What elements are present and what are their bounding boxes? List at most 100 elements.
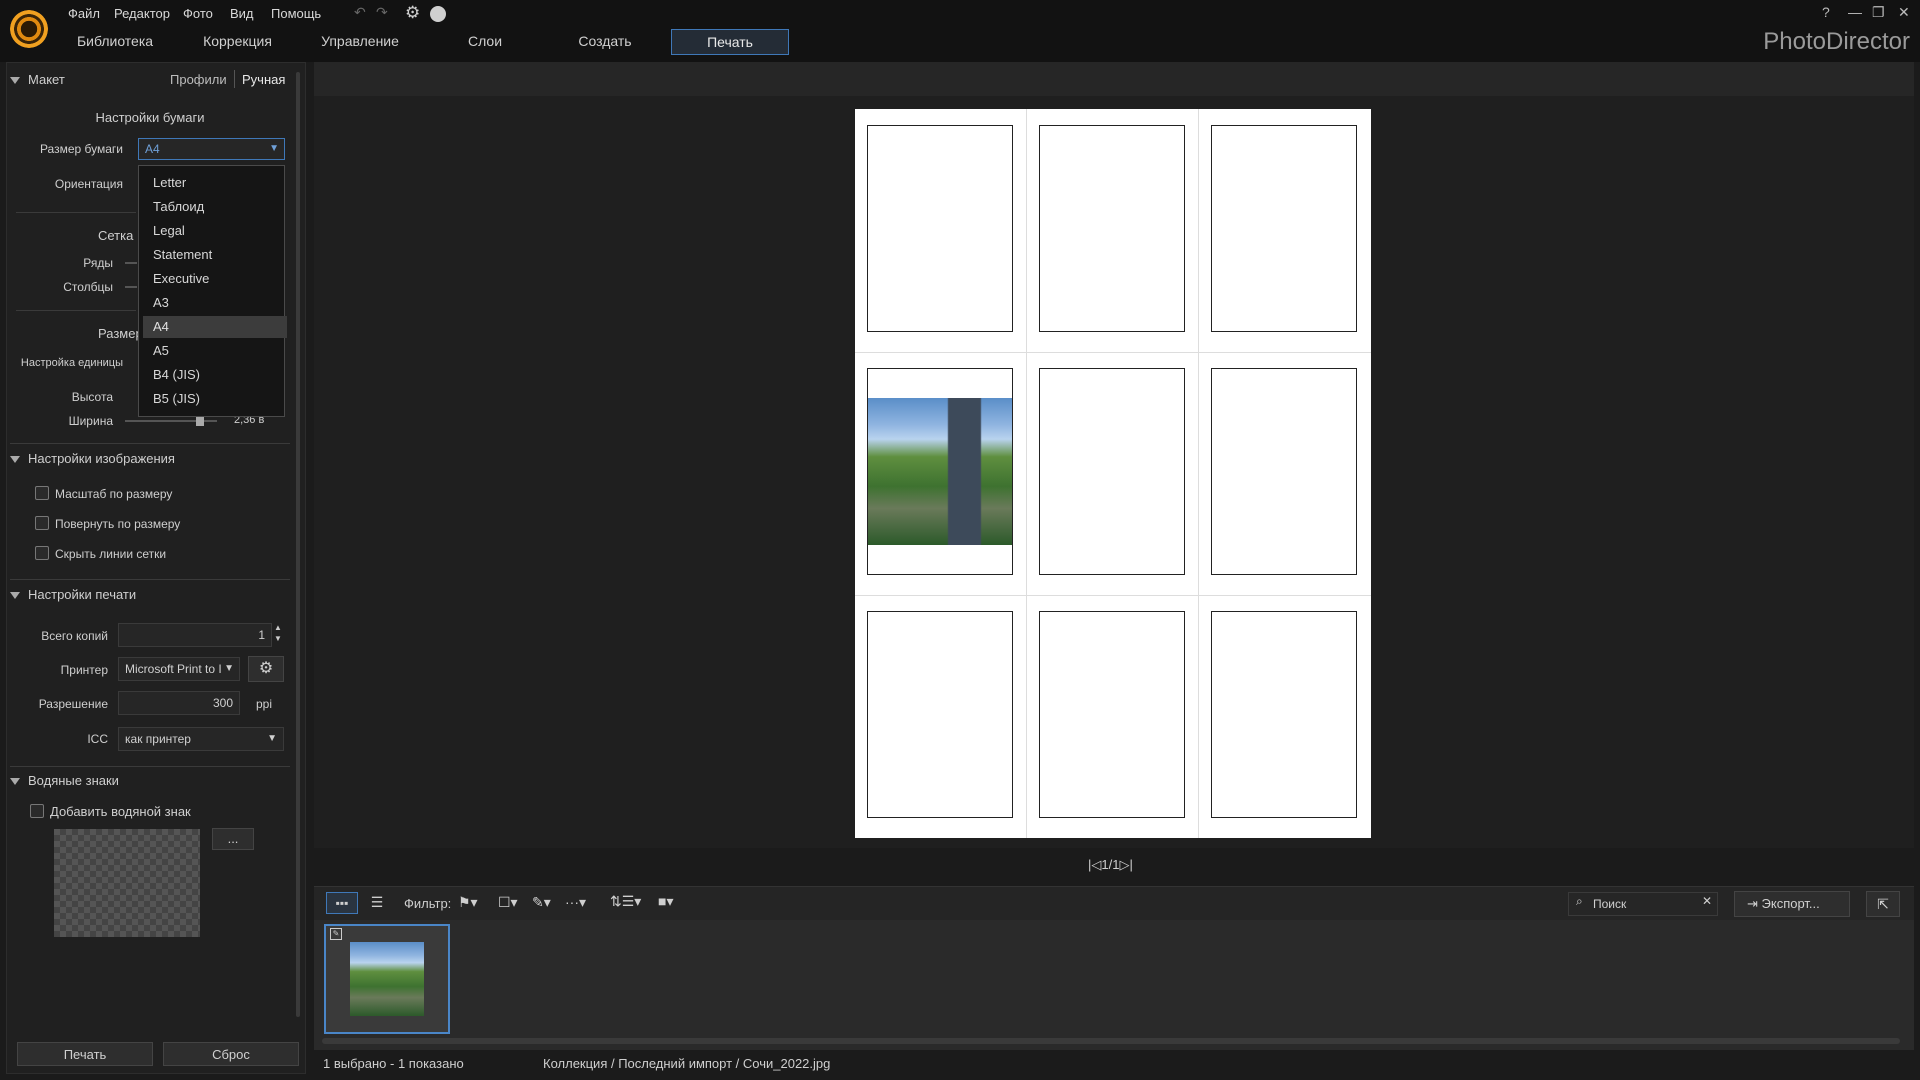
paper-settings-title: Настройки бумаги (95, 110, 205, 125)
print-cell[interactable] (867, 368, 1013, 575)
print-page (855, 109, 1371, 838)
clear-search-icon[interactable]: ✕ (1702, 894, 1712, 908)
printer-settings-gear-icon[interactable]: ⚙ (248, 656, 284, 682)
paper-size-label: Размер бумаги (39, 142, 123, 156)
fit-scale-checkbox[interactable] (35, 486, 49, 500)
dropdown-option[interactable]: B4 (JIS) (153, 364, 200, 386)
print-settings-header[interactable]: Настройки печати (10, 582, 290, 608)
edited-flag-icon: ✎ (330, 928, 342, 940)
tab-management[interactable]: Управление (315, 29, 405, 53)
grid-line (855, 352, 1371, 353)
copies-stepper[interactable]: ▲ ▼ (274, 622, 282, 644)
tab-layers[interactable]: Слои (455, 29, 515, 53)
page-navigator[interactable]: |◁1/1▷| (1088, 857, 1133, 873)
dropdown-option-selected[interactable]: A4 (143, 316, 287, 338)
divider (16, 212, 136, 213)
sort-icon[interactable]: ⇅☰▾ (610, 893, 641, 910)
paper-size-select[interactable]: A4 ▼ (138, 138, 285, 160)
dropdown-option[interactable]: A5 (153, 340, 169, 362)
thumbnail-view-icon[interactable]: ▪▪▪ (326, 892, 358, 914)
print-cell[interactable] (1211, 125, 1357, 332)
add-watermark-checkbox[interactable] (30, 804, 44, 818)
print-cell[interactable] (1211, 611, 1357, 818)
menu-help[interactable]: Помощь (271, 6, 321, 21)
watermark-header[interactable]: Водяные знаки (10, 768, 290, 794)
size-title: Размер (98, 326, 143, 341)
print-cell[interactable] (1039, 611, 1185, 818)
restore-icon[interactable]: ❐ (1872, 4, 1885, 21)
menu-editor[interactable]: Редактор (114, 6, 170, 21)
hide-grid-label: Скрыть линии сетки (55, 547, 167, 561)
columns-slider[interactable] (125, 286, 137, 288)
tab-profiles[interactable]: Профили (170, 72, 227, 87)
dropdown-option[interactable]: B5 (JIS) (153, 388, 200, 410)
resolution-input[interactable]: 300 (118, 691, 240, 715)
copies-label: Всего копий (41, 629, 108, 643)
tab-print[interactable]: Печать (671, 29, 789, 55)
redo-icon[interactable]: ↷ (376, 4, 388, 21)
brand-label: PhotoDirector (1763, 28, 1910, 55)
add-watermark-label: Добавить водяной знак (50, 804, 191, 819)
minimize-icon[interactable]: — (1848, 4, 1862, 20)
tab-correction[interactable]: Коррекция (195, 29, 280, 53)
copies-input[interactable]: 1 (118, 623, 272, 647)
settings-gear-icon[interactable]: ⚙ (405, 3, 420, 23)
collapse-triangle-icon (10, 77, 20, 85)
hide-grid-checkbox[interactable] (35, 546, 49, 560)
printer-select[interactable]: Microsoft Print to I ▼ (118, 657, 240, 681)
print-cell[interactable] (867, 611, 1013, 818)
height-label: Высота (71, 390, 113, 404)
dropdown-option[interactable]: Letter (153, 172, 186, 194)
notification-bell-icon[interactable] (430, 6, 446, 22)
print-cell[interactable] (1211, 368, 1357, 575)
rows-label: Ряды (83, 256, 113, 270)
export-button[interactable]: ⇥ Экспорт... (1734, 891, 1850, 917)
tab-create[interactable]: Создать (570, 29, 640, 53)
print-button[interactable]: Печать (17, 1042, 153, 1066)
dropdown-option[interactable]: Statement (153, 244, 212, 266)
columns-label: Столбцы (63, 280, 113, 294)
reset-button[interactable]: Сброс (163, 1042, 299, 1066)
image-settings-header[interactable]: Настройки изображения (10, 446, 290, 472)
app-logo-icon (10, 10, 48, 48)
rotate-fit-checkbox[interactable] (35, 516, 49, 530)
left-panel-scrollbar[interactable] (296, 72, 300, 1017)
print-cell[interactable] (1039, 368, 1185, 575)
dropdown-option[interactable]: Таблоид (153, 196, 204, 218)
rows-slider[interactable] (125, 262, 137, 264)
more-filter-icon[interactable]: ···▾ (565, 894, 586, 911)
close-icon[interactable]: ✕ (1898, 4, 1910, 21)
edit-filter-icon[interactable]: ✎▾ (532, 894, 551, 911)
print-cell[interactable] (1039, 125, 1185, 332)
watermark-preview (54, 829, 200, 937)
menu-file[interactable]: Файл (68, 6, 100, 21)
menu-photo[interactable]: Фото (183, 6, 213, 21)
tab-divider (234, 70, 235, 88)
undo-icon[interactable]: ↶ (354, 4, 366, 21)
dropdown-option[interactable]: Legal (153, 220, 185, 242)
stack-icon[interactable]: ■▾ (658, 893, 673, 910)
photo-thumbnail[interactable]: ✎ (324, 924, 450, 1034)
resolution-label: Разрешение (38, 697, 108, 711)
filmstrip-scrollbar[interactable] (322, 1038, 1900, 1044)
watermark-more-button[interactable]: ... (212, 828, 254, 850)
open-external-icon[interactable]: ⇱ (1866, 891, 1900, 917)
search-icon: ⌕ (1576, 894, 1583, 908)
tab-library[interactable]: Библиотека (70, 29, 160, 53)
collection-path: Коллекция / Последний импорт / Сочи_2022… (543, 1056, 831, 1071)
dropdown-option[interactable]: A3 (153, 292, 169, 314)
list-view-icon[interactable]: ☰ (362, 892, 392, 914)
status-bar: 1 выбрано - 1 показано Коллекция / После… (314, 1052, 1914, 1076)
dropdown-option[interactable]: Executive (153, 268, 209, 290)
icc-select[interactable]: как принтер ▼ (118, 727, 284, 751)
search-input[interactable]: Поиск (1568, 892, 1718, 916)
chevron-down-icon: ▼ (267, 733, 277, 744)
flag-filter-icon[interactable]: ⚑▾ (458, 894, 478, 911)
layout-section-header[interactable]: Макет (10, 67, 160, 93)
color-label-filter-icon[interactable]: ☐▾ (498, 894, 518, 911)
help-icon[interactable]: ? (1822, 4, 1830, 20)
menu-view[interactable]: Вид (230, 6, 254, 21)
rotate-fit-label: Повернуть по размеру (55, 517, 181, 531)
tab-manual[interactable]: Ручная (242, 72, 285, 87)
print-cell[interactable] (867, 125, 1013, 332)
